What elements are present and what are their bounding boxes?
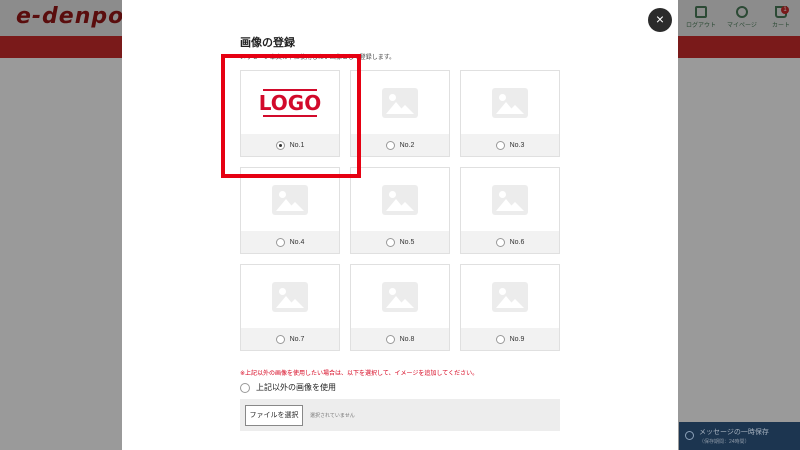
image-option-card[interactable]: No.2 [350, 70, 450, 157]
image-option-card[interactable]: No.8 [350, 264, 450, 351]
save-message-sub: （保存期間：24時間） [699, 439, 750, 445]
image-placeholder-icon [492, 88, 528, 118]
image-option-radio[interactable] [385, 334, 395, 344]
image-option-radio-row[interactable]: No.6 [461, 231, 559, 253]
image-option-card[interactable]: No.7 [240, 264, 340, 351]
image-thumbnail [461, 71, 559, 135]
image-placeholder-icon [272, 282, 308, 312]
clock-icon [685, 431, 694, 440]
cart-icon: 1 [775, 6, 789, 18]
image-option-label: No.3 [509, 141, 525, 149]
image-option-radio-row[interactable]: No.5 [351, 231, 449, 253]
nav-cart-label: カート [772, 23, 791, 29]
image-option-label: No.2 [399, 141, 415, 149]
image-placeholder-icon [492, 185, 528, 215]
image-option-radio-row[interactable]: No.7 [241, 328, 339, 350]
file-upload-area: ファイルを選択 選択されていません [240, 399, 560, 431]
save-message-label: メッセージの一時保存 [699, 429, 769, 436]
other-image-label: 上記以外の画像を使用 [256, 383, 336, 392]
image-thumbnail [351, 265, 449, 329]
other-image-option[interactable]: 上記以外の画像を使用 [240, 382, 336, 393]
image-thumbnail [351, 168, 449, 232]
nav-cart[interactable]: 1 カート [772, 6, 790, 29]
close-button[interactable]: × [648, 8, 672, 32]
image-thumbnail [461, 265, 559, 329]
save-message-button[interactable]: メッセージの一時保存 （保存期間：24時間） [679, 422, 800, 450]
image-option-radio-row[interactable]: No.9 [461, 328, 559, 350]
note-text: ※上記以外の画像を使用したい場合は、以下を選択して、イメージを追加してください。 [240, 371, 479, 377]
image-option-card[interactable]: No.4 [240, 167, 340, 254]
other-image-radio[interactable] [240, 382, 250, 393]
image-option-label: No.6 [509, 238, 525, 246]
image-placeholder-icon [492, 282, 528, 312]
image-placeholder-icon [382, 88, 418, 118]
image-placeholder-icon [382, 282, 418, 312]
cart-badge: 1 [781, 6, 789, 14]
image-option-label: No.9 [509, 335, 525, 343]
nav-mypage[interactable]: マイページ [727, 6, 757, 29]
image-option-radio-row[interactable]: No.8 [351, 328, 449, 350]
image-option-radio[interactable] [495, 334, 505, 344]
user-icon [735, 6, 748, 18]
image-option-radio[interactable] [495, 237, 505, 247]
image-option-radio-row[interactable]: No.3 [461, 134, 559, 156]
site-logo[interactable]: e-denpo [16, 4, 124, 29]
image-thumbnail [241, 265, 339, 329]
image-option-card[interactable]: No.9 [460, 264, 560, 351]
highlight-box [221, 54, 361, 178]
image-option-card[interactable]: No.5 [350, 167, 450, 254]
image-option-radio[interactable] [385, 237, 395, 247]
nav-logout-label: ログアウト [686, 23, 717, 29]
image-option-radio[interactable] [385, 140, 395, 150]
nav-logout[interactable]: ログアウト [686, 6, 716, 29]
image-option-radio-row[interactable]: No.4 [241, 231, 339, 253]
modal-title: 画像の登録 [240, 37, 295, 49]
image-placeholder-icon [272, 185, 308, 215]
image-thumbnail [461, 168, 559, 232]
image-option-radio-row[interactable]: No.2 [351, 134, 449, 156]
image-option-label: No.8 [399, 335, 415, 343]
image-thumbnail [351, 71, 449, 135]
image-option-label: No.5 [399, 238, 415, 246]
image-option-label: No.7 [289, 335, 305, 343]
choose-file-button[interactable]: ファイルを選択 [245, 405, 303, 426]
image-option-label: No.4 [289, 238, 305, 246]
image-option-radio[interactable] [495, 140, 505, 150]
image-register-modal: 画像の登録 メッセージ本文の下に使用したい画像として登録します。 LOGO No.… [122, 0, 678, 450]
file-status: 選択されていません [310, 413, 355, 419]
image-option-card[interactable]: No.6 [460, 167, 560, 254]
nav-mypage-label: マイページ [727, 23, 757, 29]
image-option-radio[interactable] [275, 237, 285, 247]
image-option-card[interactable]: No.3 [460, 70, 560, 157]
lock-icon [695, 6, 707, 18]
image-placeholder-icon [382, 185, 418, 215]
image-option-radio[interactable] [275, 334, 285, 344]
